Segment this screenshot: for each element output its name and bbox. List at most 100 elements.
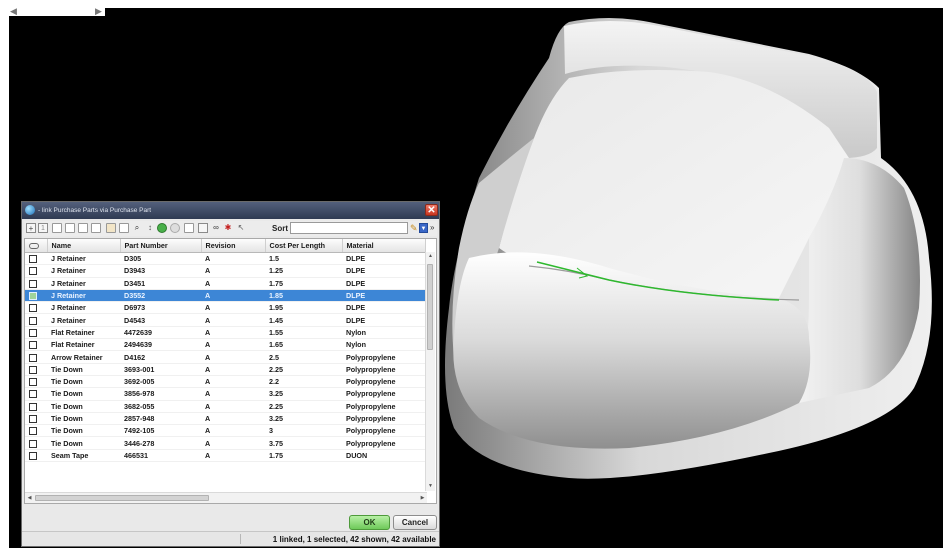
row-checkbox[interactable] [29,316,37,325]
row-checkbox[interactable] [29,402,37,411]
table-row[interactable]: Flat Retainer 4472639 A 1.55 Nylon [25,326,425,340]
row-checkbox-cell[interactable] [25,350,47,364]
row-checkbox-cell[interactable] [25,326,47,340]
scroll-down-icon[interactable]: ▼ [426,482,435,491]
cell-name: Flat Retainer [47,338,120,352]
row-checkbox-cell[interactable] [25,289,47,303]
table-row[interactable]: J Retainer D6973 A 1.95 DLPE [25,301,425,315]
table-row[interactable]: J Retainer D3943 A 1.25 DLPE [25,264,425,278]
row-checkbox-cell[interactable] [25,313,47,327]
table-row[interactable]: J Retainer D3552 A 1.85 DLPE [25,289,425,303]
paste-document-icon[interactable] [78,223,88,233]
table-row[interactable]: Tie Down 3682-055 A 2.25 Polypropylene [25,400,425,413]
cell-revision: A [201,412,265,426]
sort-input[interactable] [290,222,408,234]
unlink-icon[interactable]: ✱ [223,223,233,233]
row-checkbox-cell[interactable] [25,363,47,376]
row-checkbox[interactable] [29,255,37,264]
copy-document-icon[interactable] [65,223,75,233]
dialog-titlebar[interactable]: - link Purchase Parts via Purchase Part … [22,202,439,219]
cell-name: Tie Down [47,436,120,450]
scroll-up-icon[interactable]: ▲ [426,252,435,261]
row-checkbox-cell[interactable] [25,277,47,290]
row-checkbox-cell[interactable] [25,412,47,426]
cell-cost-per-length: 1.95 [265,301,342,315]
row-checkbox[interactable] [29,365,37,374]
link-icon[interactable]: ∞ [211,223,221,233]
cell-revision: A [201,363,265,376]
cursor-icon[interactable]: ↖ [236,223,246,233]
row-checkbox-cell[interactable] [25,252,47,266]
expand-icon[interactable]: + [26,223,36,233]
horizontal-scroll-thumb[interactable] [35,495,209,501]
table-row[interactable]: Tie Down 2857-948 A 3.25 Polypropylene [25,412,425,426]
row-checkbox-cell[interactable] [25,449,47,463]
column-header-revision[interactable]: Revision [201,239,266,253]
table-row[interactable]: Tie Down 3692-005 A 2.2 Polypropylene [25,375,425,389]
row-checkbox[interactable] [29,292,37,301]
row-checkbox-cell[interactable] [25,264,47,278]
column-header-name[interactable]: Name [47,239,121,253]
row-checkbox-cell[interactable] [25,338,47,352]
sort-dropdown-icon[interactable]: ▼ [419,223,428,233]
row-checkbox[interactable] [29,390,37,399]
toolbar-overflow-icon[interactable]: » [430,222,434,234]
cell-revision: A [201,313,265,327]
list-icon[interactable] [184,223,194,233]
row-checkbox[interactable] [29,304,37,313]
row-checkbox[interactable] [29,378,37,387]
filter-icon[interactable]: ↕ [145,223,155,233]
cell-part-number: 3692-005 [120,375,201,389]
table-horizontal-scrollbar[interactable]: ◀ ▶ [25,492,427,503]
table-row[interactable]: J Retainer D4543 A 1.45 DLPE [25,313,425,327]
properties-icon[interactable] [106,223,116,233]
page-field[interactable]: 1 [38,223,48,233]
row-checkbox[interactable] [29,415,37,424]
table-row[interactable]: Seam Tape 466531 A 1.75 DUON [25,449,425,463]
table-row[interactable]: Tie Down 3856-978 A 3.25 Polypropylene [25,387,425,401]
ok-button[interactable]: OK [349,515,390,530]
scroll-right-icon[interactable]: ▶ [418,493,427,503]
table-row[interactable]: J Retainer D3451 A 1.75 DLPE [25,277,425,290]
column-header-material[interactable]: Material [342,239,426,253]
scroll-left-icon[interactable]: ◀ [25,493,34,503]
pencil-icon[interactable]: ✎ [410,223,418,233]
table-vertical-scrollbar[interactable]: ▲ ▼ [425,252,435,491]
row-checkbox-cell[interactable] [25,424,47,438]
row-checkbox-cell[interactable] [25,436,47,450]
scroll-thumb[interactable] [427,264,433,350]
row-checkbox-cell[interactable] [25,375,47,389]
globe-icon[interactable] [157,223,167,233]
cell-material: DLPE [342,301,425,315]
row-checkbox[interactable] [29,353,37,362]
column-header-cost-per-length[interactable]: Cost Per Length [265,239,343,253]
report-icon[interactable] [119,223,129,233]
edit-document-icon[interactable] [91,223,101,233]
row-checkbox-cell[interactable] [25,400,47,413]
row-checkbox[interactable] [29,451,37,460]
grid-icon[interactable] [198,223,208,233]
table-row[interactable]: J Retainer D305 A 1.5 DLPE [25,252,425,266]
row-checkbox[interactable] [29,439,37,448]
row-checkbox[interactable] [29,427,37,436]
row-checkbox[interactable] [29,279,37,288]
cell-cost-per-length: 3.25 [265,412,342,426]
row-checkbox-cell[interactable] [25,387,47,401]
table-row[interactable]: Arrow Retainer D4162 A 2.5 Polypropylene [25,350,425,364]
close-button[interactable]: ✕ [425,204,438,216]
binoculars-icon[interactable]: ⌕ [132,223,142,233]
status-divider [240,534,241,544]
table-row[interactable]: Tie Down 3446-278 A 3.75 Polypropylene [25,436,425,450]
row-checkbox-cell[interactable] [25,301,47,315]
cancel-button[interactable]: Cancel [393,515,437,530]
row-checkbox[interactable] [29,267,37,276]
table-row[interactable]: Tie Down 7492-105 A 3 Polypropylene [25,424,425,438]
table-row[interactable]: Tie Down 3693-001 A 2.25 Polypropylene [25,363,425,376]
row-checkbox[interactable] [29,341,37,350]
circle-icon[interactable] [170,223,180,233]
link-column-header[interactable] [25,239,48,253]
column-header-part-number[interactable]: Part Number [120,239,202,253]
row-checkbox[interactable] [29,328,37,337]
table-row[interactable]: Flat Retainer 2494639 A 1.65 Nylon [25,338,425,352]
new-document-icon[interactable] [52,223,62,233]
